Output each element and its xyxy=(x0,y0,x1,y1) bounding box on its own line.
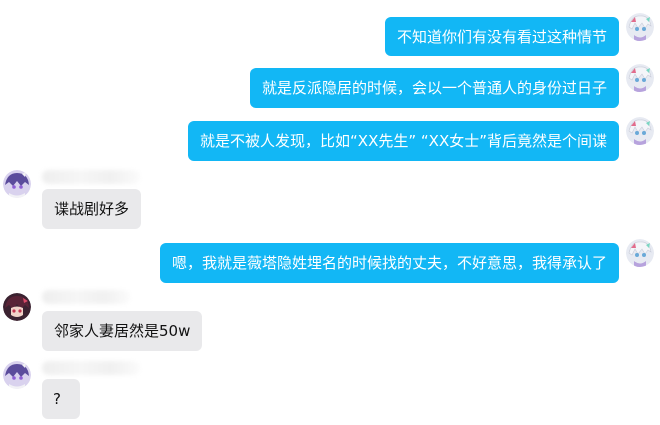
message-text: 不知道你们有没有看过这种情节 xyxy=(396,28,607,46)
message-text: 嗯，我就是薇塔隐姓埋名的时候找的丈夫，不好意思，我得承认了 xyxy=(171,254,607,272)
message-text: 就是不被人发现，比如“XX先生” “XX女士”背后竟然是个间谍 xyxy=(200,132,607,150)
message-bubble[interactable]: 就是反派隐居的时候，会以一个普通人的身份过日子 xyxy=(249,68,619,108)
message-bubble[interactable]: 邻家人妻居然是50w xyxy=(42,311,203,351)
message-text: 就是反派隐居的时候，会以一个普通人的身份过日子 xyxy=(261,79,607,97)
message-bubble[interactable]: 谍战剧好多 xyxy=(42,189,142,229)
self-avatar-icon[interactable] xyxy=(626,239,654,267)
message-bubble[interactable]: 不知道你们有没有看过这种情节 xyxy=(384,17,619,56)
message-text: 谍战剧好多 xyxy=(54,200,130,218)
other-avatar-icon[interactable] xyxy=(3,170,31,198)
sender-name-blurred xyxy=(42,170,140,184)
self-avatar-icon[interactable] xyxy=(626,64,654,92)
message-text: ? xyxy=(53,390,61,408)
sender-name-blurred xyxy=(42,290,130,304)
message-text: 邻家人妻居然是50w xyxy=(54,322,191,340)
other-avatar-icon[interactable] xyxy=(3,361,31,389)
message-bubble[interactable]: ? xyxy=(42,379,80,419)
sender-name-blurred xyxy=(42,361,140,375)
self-avatar-icon[interactable] xyxy=(626,117,654,145)
message-bubble[interactable]: 就是不被人发现，比如“XX先生” “XX女士”背后竟然是个间谍 xyxy=(188,121,619,161)
other-avatar-icon[interactable] xyxy=(3,293,31,321)
message-bubble[interactable]: 嗯，我就是薇塔隐姓埋名的时候找的丈夫，不好意思，我得承认了 xyxy=(159,243,619,283)
self-avatar-icon[interactable] xyxy=(626,13,654,41)
